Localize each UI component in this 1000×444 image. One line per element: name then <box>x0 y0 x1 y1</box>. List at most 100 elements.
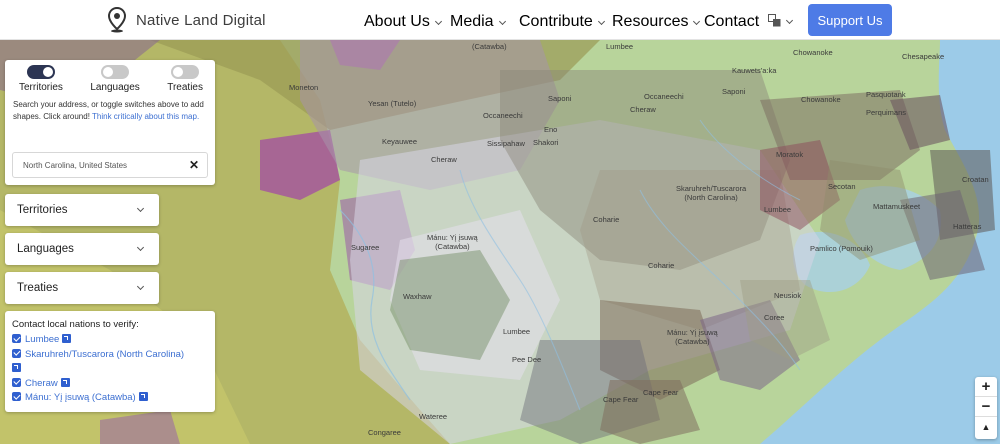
brand[interactable]: Native Land Digital <box>108 7 266 33</box>
map-label[interactable]: (Catawba) <box>472 42 507 52</box>
treaties-accordion[interactable]: Treaties <box>5 272 159 304</box>
external-link-icon[interactable] <box>60 377 70 387</box>
map-label[interactable]: Wateree <box>419 412 447 422</box>
map-label[interactable]: Sissipahaw <box>487 139 525 149</box>
clear-search-icon[interactable]: ✕ <box>189 158 199 172</box>
contact-title: Contact local nations to verify: <box>12 319 139 330</box>
map-label[interactable]: Yesan (Tutelo) <box>368 99 416 109</box>
map-label[interactable]: Cheraw <box>431 155 457 165</box>
toggle-treaties[interactable]: Treaties <box>167 65 203 93</box>
zoom-in-button[interactable]: + <box>975 377 997 397</box>
map-label[interactable]: Waxhaw <box>403 292 431 302</box>
map-label[interactable]: Skaruhreh/Tuscarora (North Carolina) <box>676 184 746 202</box>
nav-contact[interactable]: Contact <box>704 13 759 31</box>
chevron-down-icon <box>136 243 145 252</box>
nav-resources-label: Resources <box>612 13 689 30</box>
checkbox-icon[interactable] <box>12 334 21 343</box>
map-label[interactable]: Shakori <box>533 138 558 148</box>
map-label[interactable]: Cape Fear <box>643 388 678 398</box>
reset-north-button[interactable]: ▲ <box>975 417 997 437</box>
language-selector[interactable] <box>768 12 794 30</box>
map-label[interactable]: Hatteras <box>953 222 981 232</box>
nation-name[interactable]: Mánu: Yį įsuwą (Catawba) <box>25 392 136 403</box>
languages-accordion-label: Languages <box>17 243 74 255</box>
map-label[interactable]: Occaneechi <box>483 111 523 121</box>
nation-link-cheraw[interactable]: Cheraw <box>12 377 208 392</box>
map-label[interactable]: Kauwets'a:ka <box>732 66 776 76</box>
map-label[interactable]: Occaneechi <box>644 92 684 102</box>
nav-resources[interactable]: Resources <box>612 13 701 31</box>
map-label[interactable]: Eno <box>544 125 557 135</box>
chevron-down-icon <box>785 16 794 25</box>
checkbox-icon[interactable] <box>12 348 21 358</box>
top-navbar: Native Land Digital About Us Media Contr… <box>0 0 1000 40</box>
map-label[interactable]: Perquimans <box>866 108 906 118</box>
zoom-out-button[interactable]: − <box>975 397 997 417</box>
nav-about-us[interactable]: About Us <box>364 13 442 31</box>
map-label[interactable]: Lumbee <box>606 42 633 52</box>
address-search-value: North Carolina, United States <box>23 160 128 170</box>
help-text: Search your address, or toggle switches … <box>5 93 215 122</box>
checkbox-icon[interactable] <box>12 377 21 387</box>
treaties-accordion-label: Treaties <box>17 282 59 294</box>
map-label[interactable]: Congaree <box>368 428 401 438</box>
nation-link-lumbee[interactable]: Lumbee <box>12 333 208 348</box>
map-label[interactable]: Mánu: Yį įsuwą (Catawba) <box>427 233 478 251</box>
map-label[interactable]: Pee Dee <box>512 355 541 365</box>
nav-contribute[interactable]: Contribute <box>519 13 605 31</box>
layer-toggle-panel: Territories Languages Treaties Search yo… <box>5 60 215 185</box>
address-search-input[interactable]: North Carolina, United States ✕ <box>12 152 208 178</box>
map-label[interactable]: Lumbee <box>764 205 791 215</box>
map-label[interactable]: Cape Fear <box>603 395 638 405</box>
map-label[interactable]: Croatan <box>962 175 989 185</box>
nation-name[interactable]: Skaruhreh/Tuscarora (North Carolina) <box>25 349 184 360</box>
map-label[interactable]: Mattamuskeet <box>873 202 920 212</box>
languages-switch[interactable] <box>101 65 130 79</box>
external-link-icon[interactable] <box>12 363 21 372</box>
map-label[interactable]: Coree <box>764 313 784 323</box>
support-us-button[interactable]: Support Us <box>808 4 892 36</box>
map-label[interactable]: Chowanoke <box>793 48 833 58</box>
chevron-down-icon <box>136 282 145 291</box>
map-label[interactable]: Pasquotank <box>866 90 906 100</box>
external-link-icon[interactable] <box>138 392 148 401</box>
map-label[interactable]: Sugaree <box>351 243 379 253</box>
territories-switch[interactable] <box>26 65 55 79</box>
checkbox-icon[interactable] <box>12 392 21 401</box>
map-label[interactable]: Mánu: Yį įsuwą (Catawba) <box>667 328 718 346</box>
nation-link-tuscarora[interactable]: Skaruhreh/Tuscarora (North Carolina) <box>12 348 208 377</box>
map-label[interactable]: Secotan <box>828 182 856 192</box>
nav-contact-label: Contact <box>704 13 760 30</box>
map-label[interactable]: Pamlico (Pomouik) <box>810 244 873 254</box>
map-label[interactable]: Keyauwee <box>382 137 417 147</box>
brand-name: Native Land Digital <box>136 11 266 29</box>
territories-accordion[interactable]: Territories <box>5 194 159 226</box>
nav-about-us-label: About Us <box>364 13 430 30</box>
zoom-controls: + − ▲ <box>975 377 997 439</box>
contact-nations-panel: Contact local nations to verify: Lumbee … <box>5 311 215 412</box>
map-label[interactable]: Chowanoke <box>801 95 841 105</box>
nation-name[interactable]: Cheraw <box>25 378 58 389</box>
treaties-switch[interactable] <box>171 65 200 79</box>
map-label[interactable]: Moratok <box>776 150 803 160</box>
nation-name[interactable]: Lumbee <box>25 334 59 345</box>
nation-link-catawba[interactable]: Mánu: Yį įsuwą (Catawba) <box>12 391 208 406</box>
chevron-down-icon <box>136 204 145 213</box>
languages-accordion[interactable]: Languages <box>5 233 159 265</box>
think-critically-link[interactable]: Think critically about this map. <box>92 112 199 121</box>
map-label[interactable]: Saponi <box>548 94 571 104</box>
map-label[interactable]: Coharie <box>648 261 674 271</box>
toggle-territories[interactable]: Territories <box>19 65 63 93</box>
territories-accordion-label: Territories <box>17 204 68 216</box>
map-label[interactable]: Cheraw <box>630 105 656 115</box>
toggle-languages[interactable]: Languages <box>90 65 140 93</box>
map-label[interactable]: Neusiok <box>774 291 801 301</box>
nav-media[interactable]: Media <box>450 13 506 31</box>
map-label[interactable]: Lumbee <box>503 327 530 337</box>
map-label[interactable]: Chesapeake <box>902 52 944 62</box>
chevron-down-icon <box>693 17 701 26</box>
map-label[interactable]: Coharie <box>593 215 619 225</box>
map-label[interactable]: Saponi <box>722 87 745 97</box>
external-link-icon[interactable] <box>62 334 72 343</box>
map-label[interactable]: Moneton <box>289 83 318 93</box>
